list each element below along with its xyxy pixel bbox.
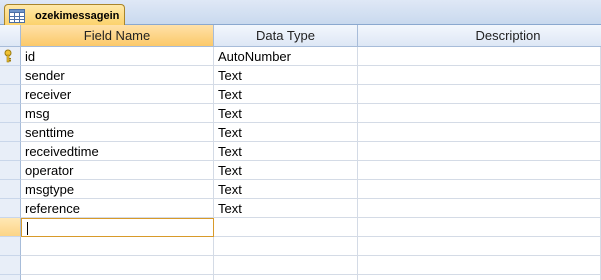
data-type: Text [218,182,242,197]
row-selector[interactable] [0,256,21,275]
row-selector[interactable] [0,47,21,66]
data-type-cell[interactable] [214,218,358,237]
text-caret [27,222,28,235]
description-cell[interactable] [358,237,601,256]
data-type-cell[interactable]: Text [214,180,358,199]
field-name: reference [25,201,80,216]
field-name: msg [25,106,50,121]
data-type-cell[interactable] [214,275,358,280]
field-name-cell[interactable]: id [21,47,214,66]
data-type-cell[interactable] [214,237,358,256]
field-name: senttime [25,125,75,140]
description-cell[interactable] [358,256,601,275]
field-name-cell[interactable]: reference [21,199,214,218]
table-row[interactable] [0,237,601,256]
row-selector[interactable] [0,85,21,104]
description-cell[interactable] [358,123,601,142]
row-selector[interactable] [0,180,21,199]
table-row[interactable]: receiver Text [0,85,601,104]
description-cell[interactable] [358,275,601,280]
data-type: Text [218,106,242,121]
table-row[interactable] [0,256,601,275]
column-header-data-type[interactable]: Data Type [214,25,358,46]
description-cell[interactable] [358,66,601,85]
table-row[interactable]: receivedtime Text [0,142,601,161]
column-header-description[interactable]: Description [358,25,601,46]
column-header-field-name[interactable]: Field Name [21,25,214,46]
data-type: AutoNumber [218,49,291,64]
table-icon [9,8,25,23]
data-type: Text [218,68,242,83]
row-selector[interactable] [0,275,21,280]
data-type: Text [218,87,242,102]
field-name-cell[interactable]: receiver [21,85,214,104]
field-name: id [25,49,36,64]
field-name-cell[interactable]: receivedtime [21,142,214,161]
data-type-cell[interactable]: Text [214,123,358,142]
data-type: Text [218,144,242,159]
table-row[interactable]: msg Text [0,104,601,123]
field-name-cell[interactable]: msg [21,104,214,123]
data-type-cell[interactable]: Text [214,142,358,161]
description-cell[interactable] [358,47,601,66]
field-name-cell[interactable] [21,256,214,275]
table-tab[interactable]: ozekimessagein [4,4,125,26]
data-type-cell[interactable]: Text [214,104,358,123]
data-type: Text [218,201,242,216]
table-row[interactable] [0,218,601,237]
row-selector[interactable] [0,123,21,142]
data-type: Text [218,163,242,178]
field-name: sender [25,68,65,83]
table-row[interactable]: msgtype Text [0,180,601,199]
data-type: Text [218,125,242,140]
row-selector[interactable] [0,199,21,218]
table-design-grid: Field Name Data Type Description id AutoN… [0,25,601,280]
row-selector-header[interactable] [0,25,21,46]
field-name: operator [25,163,74,178]
field-name-cell[interactable]: sender [21,66,214,85]
field-name-cell[interactable]: senttime [21,123,214,142]
table-row[interactable]: reference Text [0,199,601,218]
description-cell[interactable] [358,142,601,161]
table-row[interactable]: id AutoNumber [0,47,601,66]
description-cell[interactable] [358,85,601,104]
row-selector[interactable] [0,218,21,237]
data-type-cell[interactable] [214,256,358,275]
description-cell[interactable] [358,104,601,123]
field-name: msgtype [25,182,75,197]
field-name-cell[interactable] [21,275,214,280]
field-name: receiver [25,87,72,102]
document-tab-bar: ozekimessagein [0,0,601,26]
data-type-cell[interactable]: Text [214,161,358,180]
column-header-row: Field Name Data Type Description [0,25,601,47]
table-row[interactable]: sender Text [0,66,601,85]
description-cell[interactable] [358,180,601,199]
primary-key-icon [4,49,12,63]
table-row[interactable]: operator Text [0,161,601,180]
field-name-cell[interactable] [21,237,214,256]
table-row[interactable] [0,275,601,280]
field-name-cell[interactable]: msgtype [21,180,214,199]
row-selector[interactable] [0,161,21,180]
field-name-cell[interactable]: operator [21,161,214,180]
data-type-cell[interactable]: Text [214,199,358,218]
field-name: receivedtime [25,144,99,159]
description-cell[interactable] [358,161,601,180]
data-type-cell[interactable]: Text [214,66,358,85]
row-selector[interactable] [0,142,21,161]
data-type-cell[interactable]: AutoNumber [214,47,358,66]
description-cell[interactable] [358,199,601,218]
row-selector[interactable] [0,104,21,123]
row-selector[interactable] [0,66,21,85]
data-type-cell[interactable]: Text [214,85,358,104]
table-row[interactable]: senttime Text [0,123,601,142]
table-tab-title: ozekimessagein [35,9,120,22]
row-selector[interactable] [0,237,21,256]
description-cell[interactable] [358,218,601,237]
field-name-cell[interactable] [21,218,214,237]
